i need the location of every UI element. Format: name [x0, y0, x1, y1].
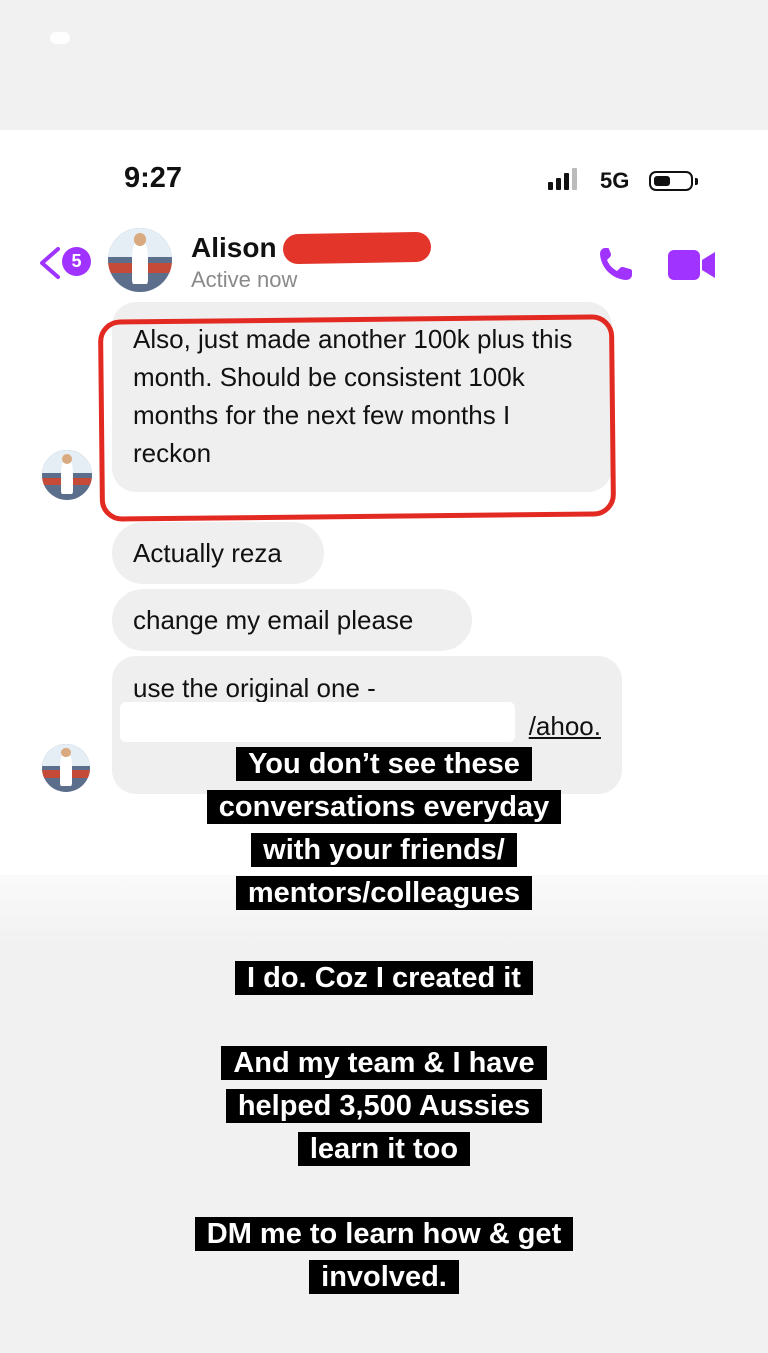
signal-icon — [548, 168, 577, 190]
caption-block: DM me to learn how & get involved. — [0, 1213, 768, 1299]
caption-line: learn it too — [297, 1132, 471, 1166]
caption-line: You don’t see these — [236, 747, 532, 781]
status-time: 9:27 — [124, 162, 183, 194]
red-highlight-outline — [97, 314, 617, 522]
message-bubble[interactable]: Actually reza — [112, 522, 324, 584]
redaction-mark — [282, 231, 432, 265]
caption-line: conversations everyday — [206, 790, 562, 824]
caption-line: mentors/colleagues — [235, 876, 533, 910]
email-fragment: /ahoo. — [528, 711, 601, 741]
network-type: 5G — [600, 168, 630, 193]
message-bubble[interactable]: change my email please — [112, 589, 472, 651]
unread-count-badge[interactable]: 5 — [62, 247, 91, 276]
presence-status: Active now — [191, 267, 298, 292]
caption-line: DM me to learn how & get — [194, 1217, 574, 1251]
caption-line: And my team & I have — [221, 1046, 547, 1080]
caption-line: involved. — [309, 1260, 459, 1294]
caption-line: helped 3,500 Aussies — [225, 1089, 543, 1123]
phone-icon[interactable] — [596, 244, 636, 284]
caption-block: You don’t see these conversations everyd… — [0, 743, 768, 915]
contact-name[interactable]: Alison — [191, 232, 277, 264]
battery-icon — [649, 171, 693, 191]
video-camera-icon[interactable] — [668, 250, 716, 280]
caption-block: And my team & I have helped 3,500 Aussie… — [0, 1042, 768, 1171]
caption-block: I do. Coz I created it — [0, 957, 768, 1000]
battery-tip — [695, 178, 698, 185]
story-progress-dot — [50, 32, 70, 44]
message-avatar — [42, 450, 92, 500]
contact-avatar[interactable] — [108, 228, 172, 292]
caption-line: I do. Coz I created it — [235, 961, 533, 995]
email-redaction — [120, 702, 515, 742]
caption-line: with your friends/ — [251, 833, 517, 867]
